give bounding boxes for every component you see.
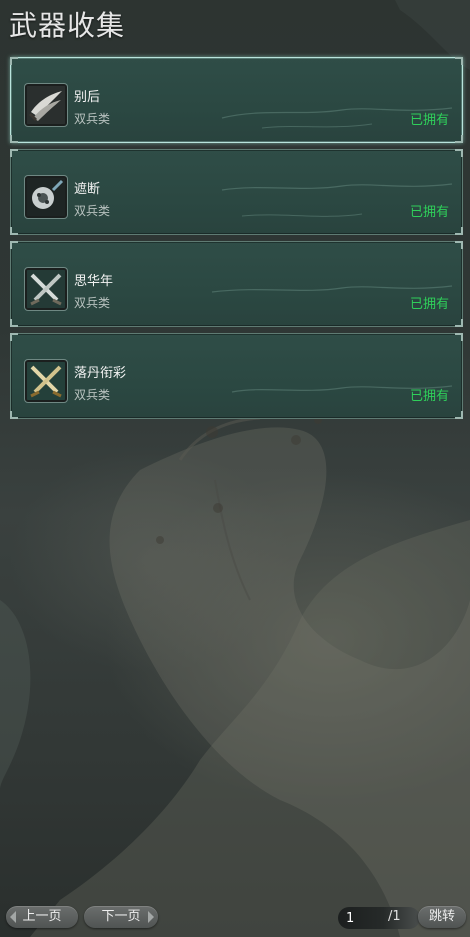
weapon-type: 双兵类 xyxy=(74,388,111,402)
weapon-icon-frame xyxy=(25,360,67,402)
card-corner-ornament xyxy=(455,135,463,143)
weapon-icon-frame xyxy=(25,268,67,310)
weapon-card[interactable]: 遮断 双兵类 已拥有 xyxy=(10,149,463,235)
weapon-icon-frame xyxy=(25,176,67,218)
page-total-label: /1 xyxy=(388,909,401,924)
card-corner-ornament xyxy=(455,57,463,65)
card-corner-ornament xyxy=(10,149,18,157)
owned-status: 已拥有 xyxy=(409,389,449,404)
jump-label: 跳转 xyxy=(428,909,455,924)
weapon-card[interactable]: 思华年 双兵类 已拥有 xyxy=(10,241,463,327)
page-number-field: /1 xyxy=(338,907,420,929)
card-corner-ornament xyxy=(10,241,18,249)
card-corner-ornament xyxy=(455,149,463,157)
card-corner-ornament xyxy=(455,227,463,235)
weapon-name: 思华年 xyxy=(74,274,114,289)
crossed-swords-silver-icon xyxy=(27,270,65,308)
chevron-left-icon xyxy=(10,911,16,923)
next-page-button[interactable]: 下一页 xyxy=(84,906,158,928)
card-corner-ornament xyxy=(455,333,463,341)
weapon-icon-frame xyxy=(25,84,67,126)
owned-status: 已拥有 xyxy=(409,205,449,220)
card-corner-ornament xyxy=(455,411,463,419)
card-corner-ornament xyxy=(10,333,18,341)
twin-disc-blades-icon xyxy=(27,178,65,216)
card-cloud-pattern xyxy=(221,183,453,217)
card-corner-ornament xyxy=(455,319,463,327)
card-corner-ornament xyxy=(10,411,18,419)
card-corner-ornament xyxy=(10,135,18,143)
card-cloud-pattern xyxy=(211,285,453,293)
weapon-name: 别后 xyxy=(74,90,101,105)
page-number-input[interactable] xyxy=(346,910,380,926)
weapon-list: 别后 双兵类 已拥有 遮断 双兵类 已拥有 思华年 双兵类 已拥有 落丹衔彩 双… xyxy=(10,57,463,425)
owned-status: 已拥有 xyxy=(409,297,449,312)
twin-curved-blades-icon xyxy=(27,86,65,124)
prev-page-button[interactable]: 上一页 xyxy=(6,906,78,928)
weapon-type: 双兵类 xyxy=(74,204,111,218)
weapon-name: 落丹衔彩 xyxy=(74,366,127,381)
prev-page-label: 上一页 xyxy=(22,909,62,924)
page-title: 武器收集 xyxy=(9,9,126,42)
weapon-type: 双兵类 xyxy=(74,112,111,126)
owned-status: 已拥有 xyxy=(409,113,449,128)
next-page-label: 下一页 xyxy=(101,909,141,924)
crossed-swords-gold-icon xyxy=(27,362,65,400)
card-corner-ornament xyxy=(10,319,18,327)
weapon-card[interactable]: 落丹衔彩 双兵类 已拥有 xyxy=(10,333,463,419)
weapon-name: 遮断 xyxy=(74,182,101,197)
weapon-type: 双兵类 xyxy=(74,296,111,310)
card-corner-ornament xyxy=(10,57,18,65)
card-cloud-pattern xyxy=(221,107,453,129)
card-corner-ornament xyxy=(10,227,18,235)
jump-button[interactable]: 跳转 xyxy=(418,906,466,928)
weapon-card[interactable]: 别后 双兵类 已拥有 xyxy=(10,57,463,143)
card-corner-ornament xyxy=(455,241,463,249)
card-cloud-pattern xyxy=(231,385,453,393)
chevron-right-icon xyxy=(148,911,154,923)
